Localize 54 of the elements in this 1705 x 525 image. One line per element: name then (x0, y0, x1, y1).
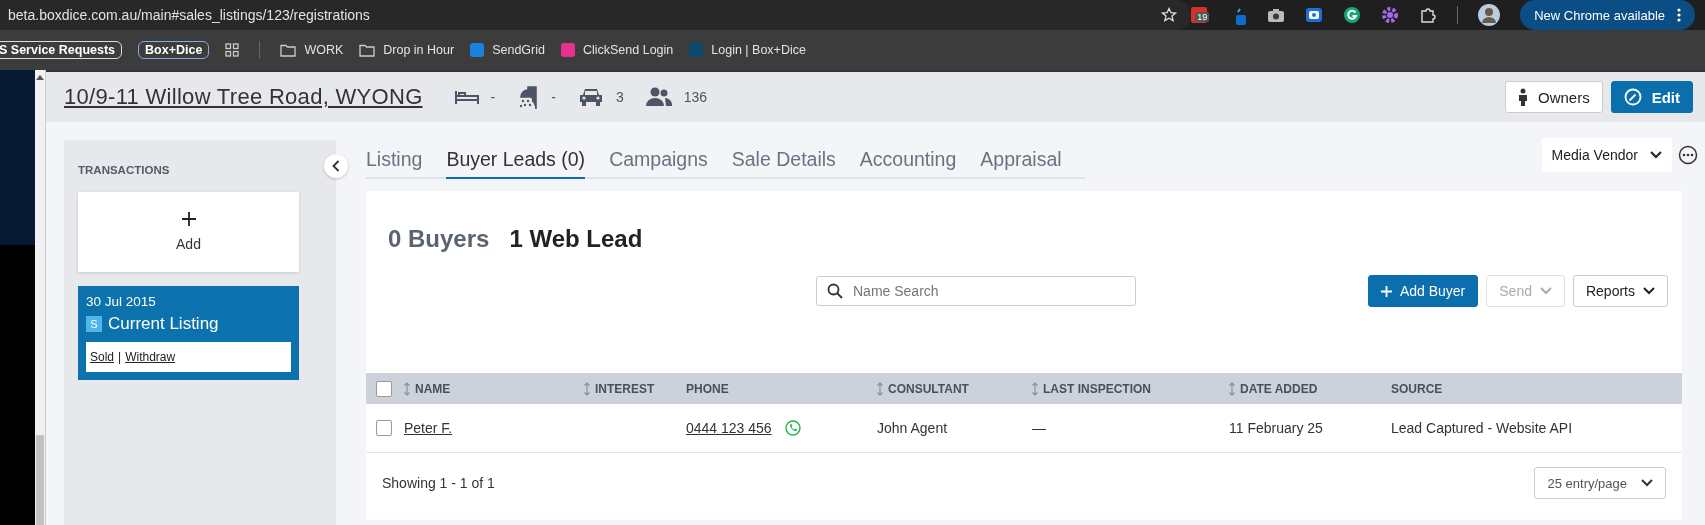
tab[interactable]: Buyer Leads (0) (446, 140, 586, 179)
phone-link[interactable]: 0444 123 456 (686, 420, 772, 436)
tab[interactable]: Sale Details (731, 140, 836, 179)
action-link[interactable]: Sold (90, 350, 115, 364)
baths-count: - (551, 89, 556, 105)
bookmark-link[interactable]: ClickSend Login (560, 43, 674, 57)
dropdown-button[interactable]: Reports (1572, 275, 1668, 307)
sidebar-heading: TRANSACTIONS (78, 164, 171, 176)
column-header[interactable]: LAST INSPECTION (1043, 381, 1151, 396)
bookmark-chip[interactable]: S Service Requests (0, 41, 123, 59)
tab[interactable]: Campaigns (609, 140, 708, 179)
web-leads-count: 1 Web Lead (509, 225, 643, 253)
bookmark-folder[interactable]: WORK (280, 43, 344, 57)
transaction-title: Current Listing (108, 314, 219, 334)
column-header[interactable]: CONSULTANT (888, 381, 969, 396)
search-field[interactable]: Name Search (816, 276, 1136, 306)
tab[interactable]: Accounting (859, 140, 957, 179)
table-cell: 11 February 25 (1229, 420, 1323, 436)
address-bar[interactable]: beta.boxdice.com.au/main#sales_listings/123/registrations (0, 0, 1192, 30)
pagination-summary: Showing 1 - 1 of 1 (382, 475, 495, 491)
bookmark-link[interactable]: SendGrid (470, 43, 545, 57)
bookmark-link[interactable]: Login | Box+Dice (689, 43, 806, 57)
column-header: SOURCE (1391, 381, 1443, 396)
add-buyer-button[interactable]: Add Buyer (1367, 275, 1479, 307)
calendar-extension-icon[interactable]: 19 (1191, 7, 1208, 23)
separator: | (118, 350, 122, 364)
column-header: PHONE (686, 381, 729, 396)
edit-button[interactable]: Edit (1610, 81, 1693, 113)
beds-count: - (490, 89, 496, 105)
bookmark-folder[interactable]: Drop in Hour (359, 43, 455, 57)
action-link[interactable]: Withdraw (125, 350, 176, 364)
media-vendor-dropdown[interactable]: Media Vendor (1541, 138, 1672, 172)
table-cell: John Agent (877, 420, 948, 436)
column-header[interactable]: NAME (415, 381, 451, 396)
lead-name-link[interactable]: Peter F. (404, 420, 453, 436)
bookmark-chip[interactable]: Box+Dice (138, 41, 210, 59)
add-transaction-button[interactable]: Add (78, 192, 299, 272)
table-cell: Lead Captured - Website API (1391, 420, 1573, 436)
table-cell: — (1032, 420, 1046, 436)
cars-count: 3 (615, 89, 624, 105)
page-size-dropdown[interactable]: 25 entry/page (1534, 467, 1666, 499)
tab[interactable]: Appraisal (980, 140, 1062, 179)
status-badge: S (86, 316, 102, 332)
column-header[interactable]: INTEREST (595, 381, 655, 396)
tab[interactable]: Listing (366, 140, 423, 179)
listing-address[interactable]: 10/9-11 Willow Tree Road, WYONG (64, 84, 423, 110)
url-text: beta.boxdice.com.au/main#sales_listings/123/registrations (8, 7, 370, 23)
transaction-card[interactable]: 30 Jul 2015 S Current Listing Sold | Withdraw (78, 286, 299, 380)
contacts-count: 136 (683, 89, 708, 105)
buyers-count: 0 Buyers (388, 225, 490, 253)
transaction-date: 30 Jul 2015 (86, 294, 156, 309)
chrome-update-button[interactable]: New Chrome available (1520, 0, 1695, 30)
owners-button[interactable]: Owners (1504, 81, 1603, 113)
column-header[interactable]: DATE ADDED (1240, 381, 1318, 396)
